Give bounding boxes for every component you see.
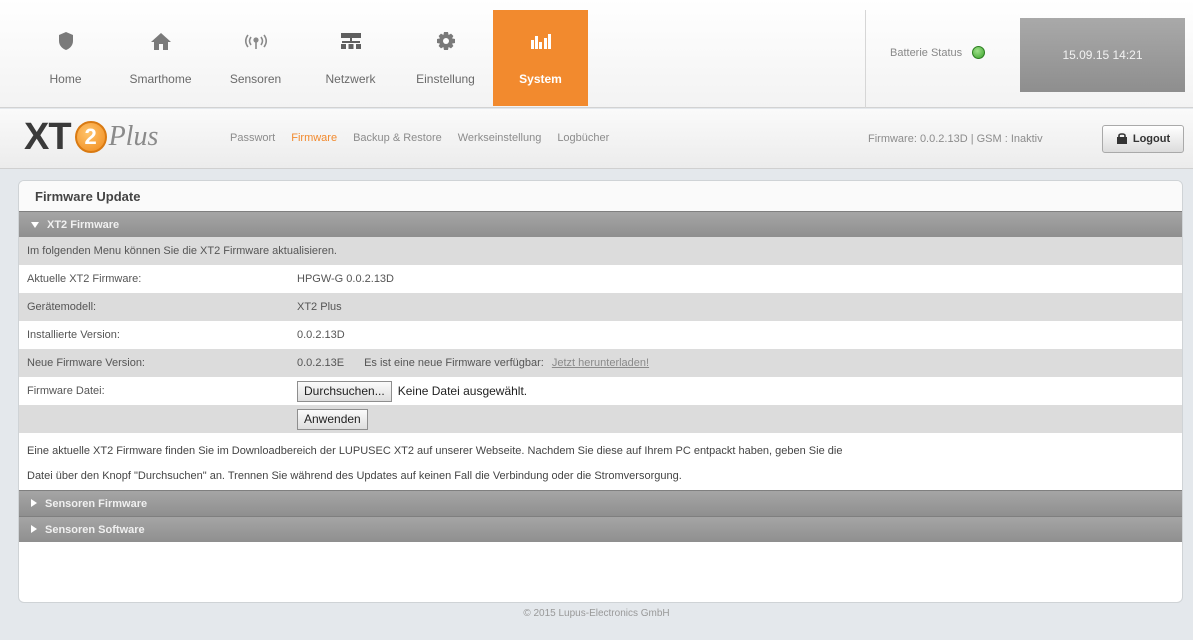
row-label: Gerätemodell:: [27, 301, 97, 313]
datetime-display: 15.09.15 14:21: [1020, 18, 1185, 92]
row-label: Aktuelle XT2 Firmware:: [27, 273, 142, 285]
apply-row: Anwenden: [19, 405, 1182, 433]
main-nav: Home Smarthome Sensoren Netzwerk Einstel…: [18, 10, 588, 106]
firmware-file-row: Firmware Datei: Durchsuchen... Keine Dat…: [19, 377, 1182, 405]
gear-icon: [433, 28, 459, 54]
firmware-gsm-info: Firmware: 0.0.2.13D | GSM : Inaktiv: [868, 133, 1043, 145]
nav-label: Home: [49, 72, 82, 86]
installed-version-row: Installierte Version: 0.0.2.13D: [19, 321, 1182, 349]
nav-label: Sensoren: [229, 72, 282, 86]
row-value: Anwenden: [297, 408, 368, 430]
notice-line-2: Datei über den Knopf "Durchsuchen" an. T…: [27, 470, 682, 482]
device-model-row: Gerätemodell: XT2 Plus: [19, 293, 1182, 321]
logo-suffix: Plus: [108, 121, 159, 152]
nav-item-system[interactable]: System: [493, 10, 588, 106]
section-sensoren-software[interactable]: Sensoren Software: [19, 516, 1182, 542]
new-firmware-note: Es ist eine neue Firmware verfügbar:: [364, 357, 544, 369]
nav-label: Einstellung: [416, 72, 475, 86]
row-value: 0.0.2.13D: [297, 329, 345, 341]
signal-icon: [243, 28, 269, 54]
apply-button[interactable]: Anwenden: [297, 408, 368, 430]
firmware-notice: Eine aktuelle XT2 Firmware finden Sie im…: [19, 433, 1182, 490]
chart-icon: [528, 28, 554, 54]
section-label: Sensoren Software: [45, 523, 145, 536]
network-icon: [338, 28, 364, 54]
subnav-firmware[interactable]: Firmware: [291, 132, 337, 144]
subnav-logbuecher[interactable]: Logbücher: [557, 132, 609, 144]
subnav-werkseinstellung[interactable]: Werkseinstellung: [458, 132, 542, 144]
notice-line-1: Eine aktuelle XT2 Firmware finden Sie im…: [27, 445, 843, 457]
row-value: Durchsuchen... Keine Datei ausgewählt.: [297, 380, 528, 402]
new-version-value: 0.0.2.13E: [297, 357, 345, 369]
sub-navigation: XT 2 Plus Passwort Firmware Backup & Res…: [0, 109, 1193, 169]
nav-item-netzwerk[interactable]: Netzwerk: [303, 10, 398, 106]
nav-label: Netzwerk: [325, 72, 376, 86]
row-label: Installierte Version:: [27, 329, 120, 341]
section-xt2-firmware[interactable]: XT2 Firmware: [19, 211, 1182, 237]
row-label: Firmware Datei:: [27, 385, 105, 397]
logo-badge: 2: [74, 121, 107, 153]
system-subnav: Passwort Firmware Backup & Restore Werks…: [230, 132, 609, 144]
row-value: 0.0.2.13E Es ist eine neue Firmware verf…: [297, 357, 649, 369]
nav-item-home[interactable]: Home: [18, 10, 113, 106]
section-label: XT2 Firmware: [47, 218, 120, 231]
brand-logo: XT 2 Plus: [24, 115, 159, 158]
top-navigation: Home Smarthome Sensoren Netzwerk Einstel…: [0, 0, 1193, 108]
lock-icon: [1116, 132, 1128, 147]
logout-label: Logout: [1132, 133, 1171, 145]
subnav-backup-restore[interactable]: Backup & Restore: [353, 132, 442, 144]
row-value: HPGW-G 0.0.2.13D: [297, 273, 394, 285]
no-file-text: Keine Datei ausgewählt.: [397, 384, 528, 398]
intro-text: Im folgenden Menu können Sie die XT2 Fir…: [27, 245, 337, 257]
panel-title: Firmware Update: [19, 181, 1182, 211]
section-label: Sensoren Firmware: [45, 497, 148, 510]
nav-item-sensoren[interactable]: Sensoren: [208, 10, 303, 106]
download-link[interactable]: Jetzt herunterladen!: [552, 357, 649, 369]
row-label: Neue Firmware Version:: [27, 357, 145, 369]
intro-row: Im folgenden Menu können Sie die XT2 Fir…: [19, 237, 1182, 265]
new-firmware-row: Neue Firmware Version: 0.0.2.13E Es ist …: [19, 349, 1182, 377]
row-value: XT2 Plus: [297, 301, 342, 313]
section-sensoren-firmware[interactable]: Sensoren Firmware: [19, 490, 1182, 516]
logout-button[interactable]: Logout: [1102, 125, 1184, 153]
nav-label: System: [519, 72, 562, 86]
shield-icon: [53, 28, 79, 54]
logo-prefix: XT: [24, 115, 72, 158]
datetime-text: 15.09.15 14:21: [1062, 48, 1143, 62]
nav-item-einstellung[interactable]: Einstellung: [398, 10, 493, 106]
browse-button[interactable]: Durchsuchen...: [297, 380, 392, 402]
firmware-update-panel: Firmware Update XT2 Firmware Im folgende…: [18, 180, 1183, 603]
nav-item-smarthome[interactable]: Smarthome: [113, 10, 208, 106]
caret-down-icon: [31, 219, 39, 231]
house-icon: [148, 28, 174, 54]
battery-status: Batterie Status: [890, 46, 986, 59]
footer-copyright: © 2015 Lupus-Electronics GmbH: [523, 608, 670, 619]
battery-label: Batterie Status: [890, 46, 963, 59]
subnav-passwort[interactable]: Passwort: [230, 132, 275, 144]
caret-right-icon: [31, 524, 37, 536]
battery-indicator-icon: [972, 46, 986, 59]
header-divider: [865, 10, 866, 108]
caret-right-icon: [31, 498, 37, 510]
current-firmware-row: Aktuelle XT2 Firmware: HPGW-G 0.0.2.13D: [19, 265, 1182, 293]
nav-label: Smarthome: [129, 72, 192, 86]
